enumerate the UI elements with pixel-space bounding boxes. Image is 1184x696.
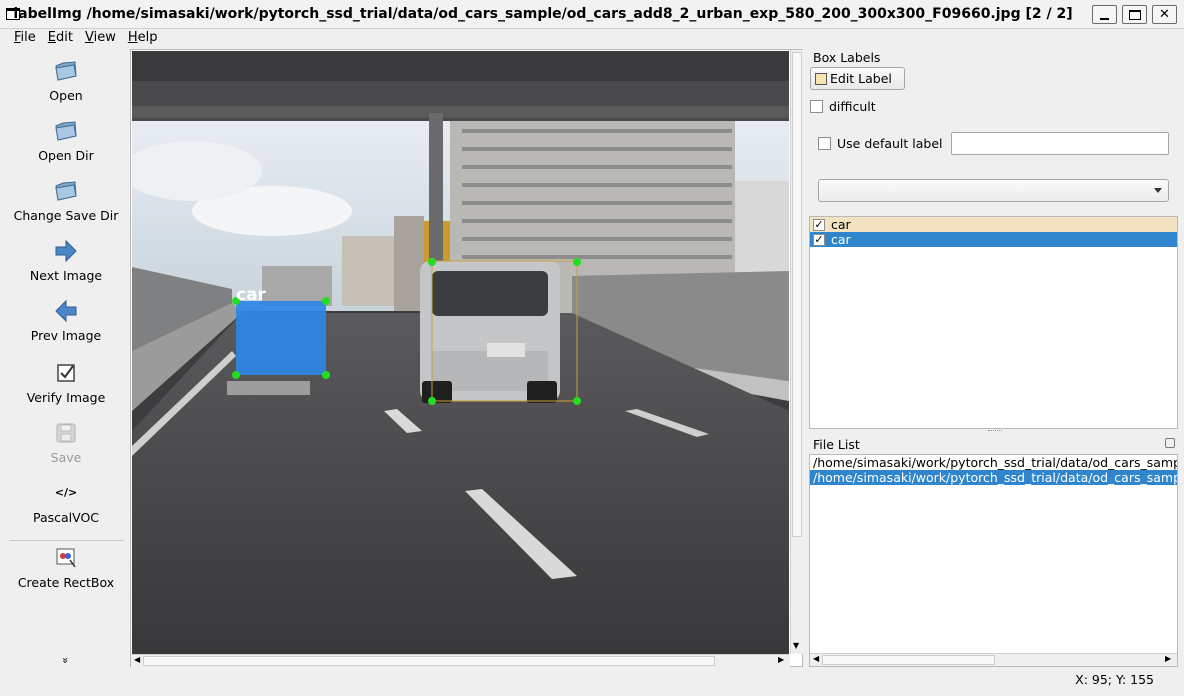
maximize-button[interactable]	[1122, 5, 1147, 24]
canvas-vertical-scrollbar[interactable]: ▼	[790, 50, 803, 654]
scroll-left-icon[interactable]: ◀	[134, 655, 140, 664]
minimize-button[interactable]	[1092, 5, 1117, 24]
label-list[interactable]: ✓ car ✓ car	[809, 216, 1178, 429]
title-bar: labelImg /home/simasaki/work/pytorch_ssd…	[0, 0, 1184, 29]
scroll-left-icon[interactable]: ◀	[813, 654, 819, 663]
label-combo-box[interactable]	[818, 179, 1169, 202]
label-list-item[interactable]: ✓ car	[810, 217, 1177, 232]
toolbar-separator	[10, 540, 124, 541]
use-default-label-text: Use default label	[837, 136, 943, 151]
use-default-label-checkbox[interactable]	[818, 137, 831, 150]
road-scene-image	[132, 51, 789, 654]
label-checkbox[interactable]: ✓	[813, 233, 825, 246]
scroll-right-icon[interactable]: ▶	[1165, 654, 1171, 663]
folder-icon	[55, 61, 77, 81]
window-title: labelImg /home/simasaki/work/pytorch_ssd…	[13, 6, 1073, 22]
code-icon: </>	[54, 486, 78, 499]
next-image-label: Next Image	[29, 268, 103, 283]
open-dir-label: Open Dir	[38, 148, 94, 163]
close-icon: ✕	[1159, 7, 1170, 22]
folder-icon	[55, 121, 77, 141]
prev-image-button[interactable]: Prev Image	[4, 298, 128, 343]
file-list-item[interactable]: /home/simasaki/work/pytorch_ssd_trial/da…	[810, 455, 1177, 470]
arrow-right-icon	[55, 239, 77, 263]
scrollbar-thumb[interactable]	[143, 656, 715, 666]
checkbox-icon	[57, 364, 75, 382]
open-button[interactable]: Open	[4, 58, 128, 103]
pencil-icon	[815, 72, 827, 85]
format-button[interactable]: </> PascalVOC	[4, 480, 128, 525]
close-button[interactable]: ✕	[1152, 5, 1177, 24]
prev-image-label: Prev Image	[30, 328, 102, 343]
next-image-button[interactable]: Next Image	[4, 238, 128, 283]
canvas-horizontal-scrollbar[interactable]: ◀ ▶	[131, 654, 790, 667]
file-list[interactable]: /home/simasaki/work/pytorch_ssd_trial/da…	[809, 454, 1178, 667]
open-dir-button[interactable]: Open Dir	[4, 118, 128, 163]
menu-file[interactable]: File	[8, 29, 42, 49]
menu-edit[interactable]: Edit	[42, 29, 79, 49]
menu-view[interactable]: View	[79, 29, 122, 49]
edit-label-text: Edit Label	[830, 71, 892, 86]
create-rectbox-button[interactable]: Create RectBox	[4, 545, 128, 590]
verify-image-button[interactable]: Verify Image	[4, 360, 128, 405]
create-rectbox-label: Create RectBox	[17, 575, 115, 590]
toolbar: Open Open Dir Change Save Dir Next Image…	[4, 50, 128, 668]
floppy-disk-icon	[56, 423, 76, 443]
chevron-down-icon	[1154, 188, 1162, 193]
format-label: PascalVOC	[32, 510, 100, 525]
status-bar: X: 95; Y: 155	[0, 668, 1184, 696]
folder-icon	[55, 181, 77, 201]
label-text: car	[831, 217, 851, 232]
image-canvas[interactable]: car	[132, 51, 789, 654]
dock-splitter-handle[interactable]	[988, 430, 1002, 433]
arrow-left-icon	[55, 299, 77, 323]
default-label-input[interactable]	[951, 132, 1169, 155]
file-list-title: File List	[813, 437, 860, 452]
verify-image-label: Verify Image	[26, 390, 106, 405]
edit-label-button[interactable]: Edit Label	[810, 67, 905, 90]
scrollbar-thumb[interactable]	[792, 52, 802, 537]
right-dock: Box Labels Edit Label difficult Use defa…	[806, 49, 1184, 667]
box-label-text: car	[236, 285, 266, 305]
file-list-item[interactable]: /home/simasaki/work/pytorch_ssd_trial/da…	[810, 470, 1177, 485]
save-label: Save	[50, 450, 82, 465]
save-button[interactable]: Save	[4, 420, 128, 465]
open-label: Open	[49, 88, 83, 103]
use-default-label-row[interactable]: Use default label	[818, 136, 943, 151]
minimize-icon	[1100, 17, 1109, 20]
label-list-item[interactable]: ✓ car	[810, 232, 1177, 247]
difficult-checkbox-row[interactable]: difficult	[810, 99, 876, 114]
change-save-dir-label: Change Save Dir	[13, 208, 119, 223]
canvas-scroll-area: car ▼ ◀ ▶	[130, 49, 803, 667]
file-list-horizontal-scrollbar[interactable]: ◀ ▶	[810, 653, 1177, 666]
maximize-icon	[1128, 9, 1141, 20]
scroll-right-icon[interactable]: ▶	[778, 655, 784, 664]
menu-help[interactable]: Help	[122, 29, 164, 49]
scrollbar-thumb[interactable]	[822, 655, 995, 665]
label-text: car	[831, 232, 851, 247]
menu-bar: File Edit View Help	[0, 29, 1184, 49]
change-save-dir-button[interactable]: Change Save Dir	[4, 178, 128, 223]
cursor-coordinates: X: 95; Y: 155	[1075, 672, 1154, 687]
label-checkbox[interactable]: ✓	[813, 218, 825, 231]
float-dock-icon[interactable]	[1165, 438, 1175, 448]
difficult-checkbox[interactable]	[810, 100, 823, 113]
draw-rect-icon	[56, 548, 76, 568]
toolbar-extension-icon[interactable]: »	[59, 657, 72, 664]
box-labels-title: Box Labels	[813, 50, 881, 65]
scroll-down-icon[interactable]: ▼	[793, 641, 799, 650]
difficult-label: difficult	[829, 99, 876, 114]
